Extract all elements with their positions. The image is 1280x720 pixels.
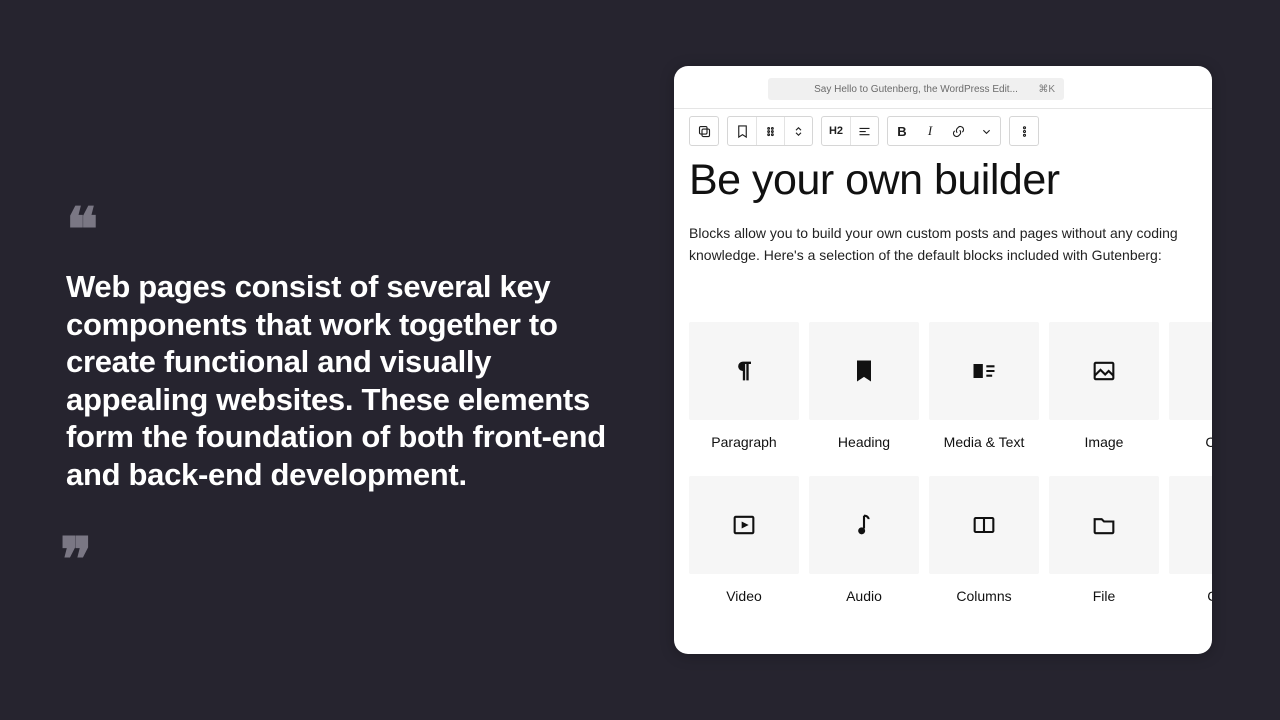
italic-button[interactable]: I — [916, 117, 944, 145]
block-cover[interactable]: Cover — [1169, 322, 1212, 450]
move-updown-icon[interactable] — [784, 117, 812, 145]
align-button[interactable] — [850, 117, 878, 145]
quote-text: Web pages consist of several key compone… — [66, 268, 621, 493]
block-label: Media & Text — [944, 434, 1025, 450]
link-button[interactable] — [944, 117, 972, 145]
block-columns[interactable]: Columns — [929, 476, 1039, 604]
block-label: Columns — [956, 588, 1011, 604]
block-label: Code — [1207, 588, 1212, 604]
header-divider — [674, 108, 1212, 109]
block-label: Audio — [846, 588, 882, 604]
command-bar-text: Say Hello to Gutenberg, the WordPress Ed… — [814, 84, 1018, 95]
block-inserter-button[interactable] — [690, 117, 718, 145]
block-type-grid: Paragraph Heading Media & Text Image Cov… — [689, 322, 1212, 604]
block-label: File — [1093, 588, 1116, 604]
block-file[interactable]: File — [1049, 476, 1159, 604]
more-options-icon[interactable] — [1010, 117, 1038, 145]
block-video[interactable]: Video — [689, 476, 799, 604]
block-code[interactable]: Code — [1169, 476, 1212, 604]
block-label: Cover — [1205, 434, 1212, 450]
command-bar[interactable]: Say Hello to Gutenberg, the WordPress Ed… — [768, 78, 1064, 100]
post-body[interactable]: Blocks allow you to build your own custo… — [689, 223, 1179, 266]
block-audio[interactable]: Audio — [809, 476, 919, 604]
block-label: Image — [1085, 434, 1124, 450]
bookmark-icon[interactable] — [728, 117, 756, 145]
chevron-down-icon[interactable] — [972, 117, 1000, 145]
editor-preview-card: Say Hello to Gutenberg, the WordPress Ed… — [674, 66, 1212, 654]
keyboard-shortcut: ⌘K — [1038, 84, 1055, 95]
quote-close-icon: ❝ — [66, 503, 92, 563]
quote-block: ❝ Web pages consist of several key compo… — [66, 200, 621, 563]
block-label: Heading — [838, 434, 890, 450]
post-title[interactable]: Be your own builder — [689, 156, 1212, 205]
heading-level-button[interactable]: H2 — [822, 117, 850, 145]
drag-handle-icon[interactable] — [756, 117, 784, 145]
block-heading[interactable]: Heading — [809, 322, 919, 450]
block-image[interactable]: Image — [1049, 322, 1159, 450]
quote-open-icon: ❝ — [66, 200, 621, 260]
bold-button[interactable]: B — [888, 117, 916, 145]
block-media-text[interactable]: Media & Text — [929, 322, 1039, 450]
block-label: Paragraph — [711, 434, 776, 450]
block-toolbar: H2 B I — [689, 116, 1039, 146]
block-label: Video — [726, 588, 762, 604]
block-paragraph[interactable]: Paragraph — [689, 322, 799, 450]
